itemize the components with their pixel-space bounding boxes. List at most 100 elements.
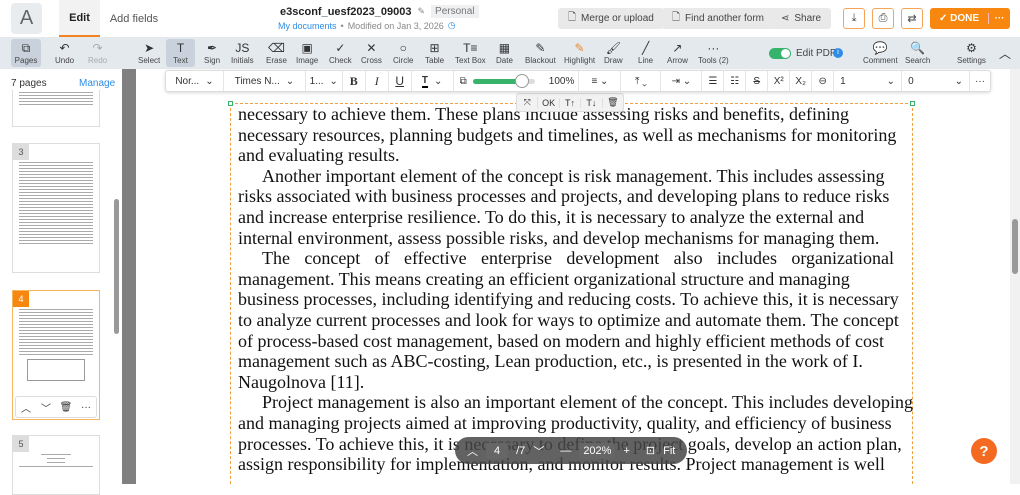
opacity-slider[interactable] <box>472 73 535 88</box>
check-tool[interactable]: ✓ Check <box>326 37 355 69</box>
scroll-thumb[interactable] <box>1012 219 1018 274</box>
trash-icon[interactable]: 🗑 <box>603 97 623 108</box>
share-button[interactable]: ⋖ Share <box>771 8 832 29</box>
convert-icon[interactable]: ⇄ <box>901 8 923 29</box>
share-label: Share <box>794 13 822 24</box>
arrow-tool[interactable]: ↗ Arrow <box>664 37 691 69</box>
trash-icon[interactable]: 🗑 <box>56 402 76 413</box>
resize-handle[interactable] <box>228 101 233 106</box>
more-format-icon[interactable]: ··· <box>970 71 990 91</box>
move-icon[interactable]: ⤧ <box>517 97 539 108</box>
rename-pencil-icon[interactable]: ✎ <box>417 6 425 17</box>
next-page-icon[interactable]: ﹀ <box>533 443 544 459</box>
decrease-font-icon[interactable]: T↓ <box>581 97 603 108</box>
manage-link[interactable]: Manage <box>79 78 115 89</box>
char-spacing-select[interactable]: 0 ⌄ <box>902 71 970 91</box>
current-page-input[interactable]: 4 <box>486 442 509 459</box>
help-button[interactable]: ? <box>971 438 997 464</box>
increase-font-icon[interactable]: T↑ <box>560 97 582 108</box>
style-select[interactable]: Nor... ⌄ <box>166 71 224 91</box>
page-thumbnail-5[interactable]: 5 <box>12 435 100 495</box>
ok-button[interactable]: OK <box>538 97 560 108</box>
resize-handle[interactable] <box>910 101 915 106</box>
page-scrollbar[interactable] <box>1010 69 1020 484</box>
prev-page-icon[interactable]: ︿ <box>467 443 478 459</box>
tab-edit[interactable]: Edit <box>59 0 100 37</box>
text-box-tool[interactable]: T≡ Text Box <box>452 37 489 69</box>
comment-button[interactable]: 💬 Comment <box>860 37 901 69</box>
more-icon[interactable]: ··· <box>76 402 96 413</box>
merge-upload-button[interactable]: 🗋 Merge or upload <box>558 8 664 29</box>
table-tool[interactable]: ⊞ Table <box>422 37 447 69</box>
superscript-icon[interactable]: X² <box>768 71 791 91</box>
pages-button[interactable]: ⧉ Pages <box>11 39 41 67</box>
align-icon[interactable]: ≡ ⌄ <box>579 71 622 91</box>
page-thumbnail-2[interactable] <box>12 90 100 127</box>
subscript-icon[interactable]: X₂ <box>790 71 813 91</box>
done-button[interactable]: ✓ DONE ··· <box>930 8 1010 29</box>
line-spacing-select[interactable]: 1 ⌄ <box>834 71 903 91</box>
redo-button[interactable]: ↷ Redo <box>85 37 110 69</box>
line-tool[interactable]: ╱ Line <box>635 37 656 69</box>
style-value: Nor... <box>175 75 200 87</box>
settings-button[interactable]: ⚙ Settings <box>954 37 989 69</box>
zoom-out-icon[interactable]: — <box>560 445 571 457</box>
date-tool[interactable]: ▦ Date <box>493 37 516 69</box>
fit-button[interactable]: Fit <box>663 445 675 457</box>
sidebar-scrollbar[interactable] <box>114 199 119 334</box>
document-text[interactable]: necessary to achieve them. These plans i… <box>238 104 913 475</box>
vertical-align-icon[interactable]: ⤒ ⌄ <box>621 71 662 91</box>
link-icon[interactable]: ⊖ <box>812 71 835 91</box>
arrow-icon: ↗ <box>672 40 683 55</box>
zoom-in-icon[interactable]: + <box>623 445 629 457</box>
my-documents-link[interactable]: My documents <box>278 21 337 31</box>
draw-tool[interactable]: 🖌 Draw <box>601 37 626 69</box>
bullet-list-icon[interactable]: ☷ <box>724 71 747 91</box>
text-color-icon[interactable]: T ⌄ <box>412 71 454 91</box>
app-logo[interactable]: A <box>11 3 42 34</box>
italic-icon[interactable]: I <box>366 71 389 91</box>
eraser-icon: ⌫ <box>267 40 285 55</box>
fit-icon[interactable]: ⊡ <box>646 444 655 457</box>
edit-pdf-toggle[interactable] <box>769 48 791 59</box>
tab-add-fields[interactable]: Add fields <box>104 0 164 37</box>
blackout-label: Blackout <box>525 55 556 65</box>
underline-icon[interactable]: U <box>389 71 412 91</box>
document-title[interactable]: e3sconf_uesf2023_09003 <box>280 6 411 18</box>
move-up-icon[interactable]: ︿ <box>16 400 36 415</box>
check-label: Check <box>329 55 352 65</box>
history-icon[interactable]: ◷ <box>448 20 456 31</box>
print-icon[interactable]: ⎙ <box>872 8 894 29</box>
image-tool[interactable]: ▣ Image <box>293 37 321 69</box>
erase-tool[interactable]: ⌫ Erase <box>263 37 290 69</box>
undo-button[interactable]: ↶ Undo <box>52 37 77 69</box>
highlight-tool[interactable]: ✎ Highlight <box>561 37 598 69</box>
more-tools-button[interactable]: ··· Tools (2) <box>695 37 732 69</box>
cross-tool[interactable]: ✕ Cross <box>358 37 385 69</box>
move-down-icon[interactable]: ﹀ <box>36 400 56 415</box>
search-button[interactable]: 🔍 Search <box>902 37 933 69</box>
info-icon[interactable]: i <box>833 48 843 58</box>
font-select[interactable]: Times N... ⌄ <box>224 71 306 91</box>
chevron-down-icon: ⌄ <box>886 75 896 87</box>
size-select[interactable]: 1... ⌄ <box>306 71 343 91</box>
page-thumbnail-4[interactable]: 4 ︿ ﹀ 🗑 ··· <box>12 290 100 420</box>
collapse-chevron-icon[interactable]: ︿ <box>999 45 1011 62</box>
opacity-control[interactable]: ⧉ 100% <box>454 71 580 91</box>
circle-icon: ○ <box>399 40 407 55</box>
initials-tool[interactable]: JS Initials <box>228 37 257 69</box>
more-options-icon[interactable]: ··· <box>988 13 1010 24</box>
bold-icon[interactable]: B <box>343 71 366 91</box>
page-thumbnail-3[interactable]: 3 <box>12 143 100 273</box>
download-icon[interactable]: ⤓ <box>843 8 865 29</box>
circle-tool[interactable]: ○ Circle <box>390 37 416 69</box>
strikethrough-icon[interactable]: S <box>746 71 769 91</box>
sign-tool[interactable]: ✒ Sign <box>201 37 223 69</box>
select-tool[interactable]: ➤ Select <box>135 37 163 69</box>
zoom-value[interactable]: 202% <box>579 442 616 459</box>
find-form-button[interactable]: 🗋 Find another form <box>662 8 774 29</box>
blackout-tool[interactable]: ✎ Blackout <box>522 37 559 69</box>
numbered-list-icon[interactable]: ☰ <box>702 71 725 91</box>
indent-icon[interactable]: ⇥ ⌄ <box>661 71 703 91</box>
text-tool[interactable]: T Text <box>166 39 195 67</box>
